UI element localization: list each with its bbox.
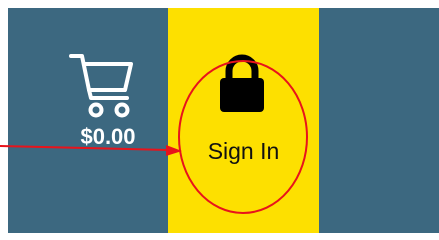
shopping-cart-icon [69, 54, 133, 118]
screenshot: $0.00 Sign In [0, 0, 439, 240]
sign-in-button[interactable]: Sign In [168, 8, 319, 233]
sign-in-label: Sign In [207, 138, 280, 164]
cart-button[interactable]: $0.00 [8, 8, 168, 233]
lock-icon [220, 54, 264, 112]
